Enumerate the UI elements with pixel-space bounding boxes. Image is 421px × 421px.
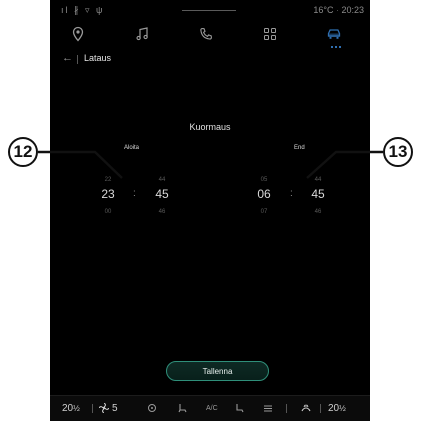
end-hour-next[interactable]: 07 bbox=[252, 209, 276, 215]
car-icon bbox=[327, 29, 341, 39]
callout-12: 12 bbox=[8, 137, 38, 167]
start-minute[interactable]: 45 bbox=[147, 187, 177, 201]
status-icons: ıl ∦ ▿ ψ bbox=[61, 5, 105, 15]
tab-navigation[interactable] bbox=[58, 22, 98, 46]
start-min-prev[interactable]: 44 bbox=[150, 177, 174, 183]
save-button[interactable]: Tallenna bbox=[166, 361, 269, 381]
ac-button[interactable]: A/C bbox=[206, 405, 218, 412]
apps-grid-icon bbox=[264, 28, 276, 40]
page-header: ← Lataus bbox=[50, 52, 370, 68]
music-note-icon bbox=[136, 27, 148, 41]
seat-heat-icon[interactable] bbox=[176, 402, 188, 414]
end-min-prev[interactable]: 44 bbox=[306, 177, 330, 183]
right-temp-value: 20 bbox=[328, 403, 340, 414]
tab-music[interactable] bbox=[122, 22, 162, 46]
climate-divider bbox=[92, 404, 93, 413]
climate-bar: 20½ 5 A/C 20½ bbox=[50, 395, 370, 421]
phone-icon bbox=[200, 27, 212, 40]
climate-divider-right bbox=[286, 404, 287, 413]
end-min-next[interactable]: 46 bbox=[306, 209, 330, 215]
left-temp-value: 20 bbox=[62, 403, 74, 414]
seat-vent-icon[interactable] bbox=[234, 402, 246, 414]
fan-level: 5 bbox=[112, 403, 118, 414]
top-nav bbox=[50, 22, 370, 52]
recirculation-icon[interactable] bbox=[146, 402, 158, 414]
fan-icon[interactable] bbox=[98, 402, 110, 414]
left-temp-unit: ½ bbox=[73, 404, 80, 413]
left-temperature[interactable]: 20½ bbox=[62, 403, 80, 414]
tab-vehicle[interactable] bbox=[314, 22, 354, 46]
right-temperature[interactable]: 20½ bbox=[328, 403, 346, 414]
status-divider bbox=[182, 10, 236, 11]
end-hour-prev[interactable]: 05 bbox=[252, 177, 276, 183]
start-label: Aloita bbox=[124, 145, 140, 151]
windshield-defrost-icon[interactable] bbox=[300, 402, 312, 414]
back-arrow-icon[interactable]: ← bbox=[62, 52, 73, 64]
start-hour-prev[interactable]: 22 bbox=[96, 177, 120, 183]
callout-13: 13 bbox=[383, 137, 413, 167]
end-minute[interactable]: 45 bbox=[303, 187, 333, 201]
infotainment-screen: ıl ∦ ▿ ψ 16°C · 20:23 ← Lataus Kuormaus bbox=[50, 0, 370, 421]
temperature-readout: 16°C bbox=[313, 5, 334, 15]
end-hour[interactable]: 06 bbox=[249, 187, 279, 201]
section-title: Kuormaus bbox=[189, 122, 231, 132]
status-right: 16°C · 20:23 bbox=[313, 5, 364, 15]
start-separator: : bbox=[133, 188, 136, 199]
page-title: Lataus bbox=[84, 53, 112, 63]
rear-defrost-icon[interactable] bbox=[262, 402, 274, 414]
start-hour[interactable]: 23 bbox=[93, 187, 123, 201]
status-bar: ıl ∦ ▿ ψ 16°C · 20:23 bbox=[50, 5, 370, 17]
climate-divider-2 bbox=[320, 404, 321, 413]
tab-apps[interactable] bbox=[250, 22, 290, 46]
end-label: End bbox=[294, 145, 305, 151]
active-tab-indicator bbox=[331, 46, 341, 50]
tab-phone[interactable] bbox=[186, 22, 226, 46]
start-hour-next[interactable]: 00 bbox=[96, 209, 120, 215]
end-separator: : bbox=[290, 188, 293, 199]
header-divider bbox=[77, 55, 78, 64]
start-min-next[interactable]: 46 bbox=[150, 209, 174, 215]
location-pin-icon bbox=[72, 26, 84, 42]
clock: 20:23 bbox=[341, 5, 364, 15]
right-temp-unit: ½ bbox=[339, 404, 346, 413]
